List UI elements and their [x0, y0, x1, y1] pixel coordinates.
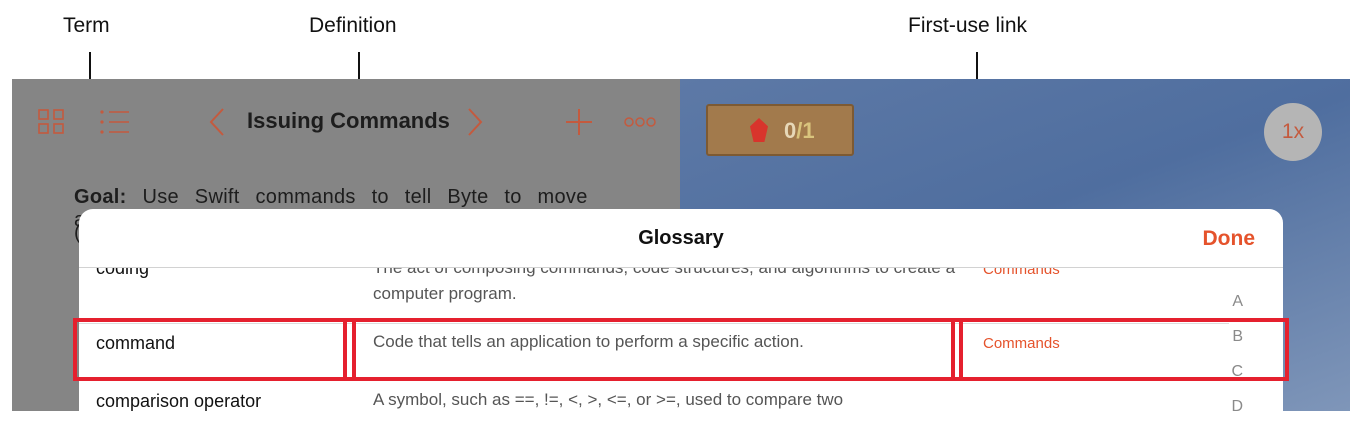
first-use-link[interactable]: Commands [983, 268, 1060, 278]
gem-count-value: 0 [784, 118, 797, 143]
more-icon[interactable] [624, 116, 656, 128]
gem-icon [750, 118, 768, 142]
list-icon[interactable] [100, 109, 130, 135]
plus-icon[interactable] [565, 108, 593, 136]
callout-definition: Definition [309, 14, 397, 37]
section-index-a[interactable]: A [1232, 293, 1243, 311]
term: comparison operator [96, 391, 262, 411]
term: coding [96, 268, 150, 278]
highlight-row [73, 318, 1289, 381]
glossary-sheet: Glossary Done coding The act of composin… [79, 209, 1283, 424]
grid-icon[interactable] [38, 109, 66, 135]
callout-first-use-link: First-use link [908, 14, 1028, 37]
goal-label: Goal: [74, 186, 127, 208]
done-button[interactable]: Done [1203, 227, 1256, 251]
gem-counter: 0/1 [706, 104, 854, 156]
gem-count: 0/1 [784, 118, 815, 144]
highlight-divider-definition [951, 318, 963, 381]
gem-count-total: /1 [796, 118, 815, 143]
page-title: Issuing Commands [247, 108, 450, 133]
chevron-right-icon[interactable] [467, 107, 483, 137]
highlight-divider-term [343, 318, 356, 381]
callout-term: Term [63, 14, 110, 37]
chevron-left-icon[interactable] [209, 107, 225, 137]
speed-button[interactable]: 1x [1264, 103, 1322, 161]
frame-bottom [12, 411, 1350, 424]
definition: A symbol, such as ==, !=, <, >, <=, or >… [373, 390, 844, 409]
glossary-title: Glossary [638, 227, 724, 249]
definition: The act of composing commands, code stru… [373, 268, 955, 303]
